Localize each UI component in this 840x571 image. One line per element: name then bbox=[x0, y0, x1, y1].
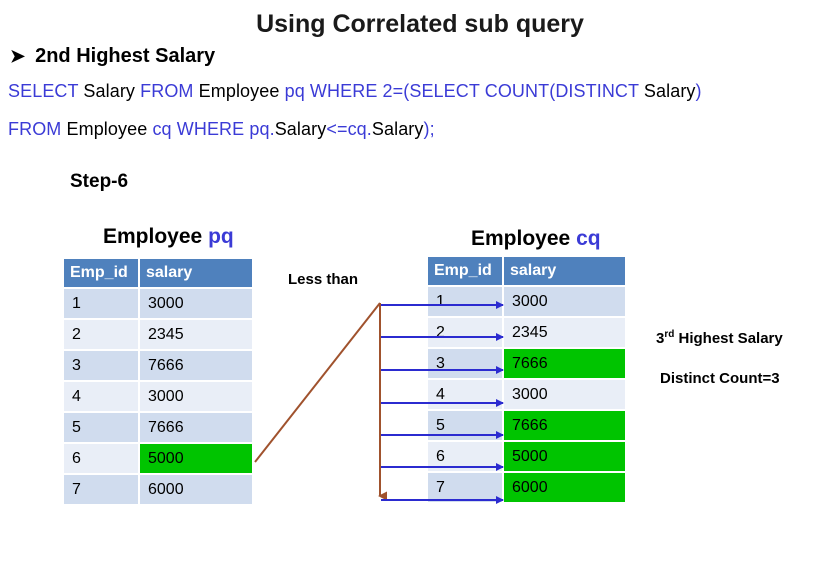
diagonal-connector bbox=[254, 302, 381, 463]
connector-diagram bbox=[254, 301, 504, 504]
